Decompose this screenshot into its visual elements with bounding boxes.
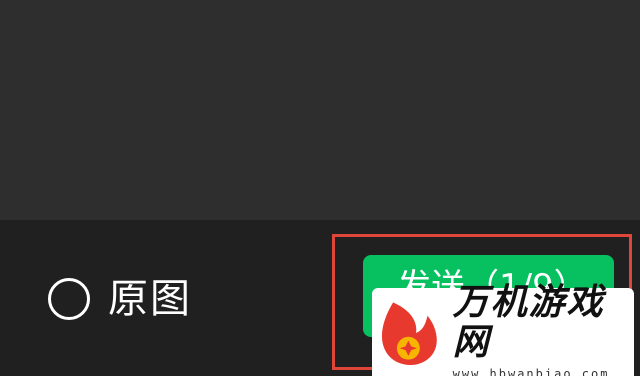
flame-logo-icon xyxy=(381,302,437,365)
image-preview-area[interactable] xyxy=(0,0,640,220)
watermark-text: 万机游戏网 www.hbwanbiao.com xyxy=(453,283,634,376)
watermark-title: 万机游戏网 xyxy=(452,282,605,363)
watermark-url: www.hbwanbiao.com xyxy=(452,367,610,376)
original-image-label: 原图 xyxy=(108,276,192,322)
original-image-toggle[interactable]: 原图 xyxy=(48,276,192,322)
radio-circle-icon[interactable] xyxy=(48,278,90,320)
site-watermark: 万机游戏网 www.hbwanbiao.com xyxy=(372,283,634,376)
photo-send-screen: 原图 发送（1/9） 万机游戏网 www.hbwanbiao.com xyxy=(0,0,640,376)
